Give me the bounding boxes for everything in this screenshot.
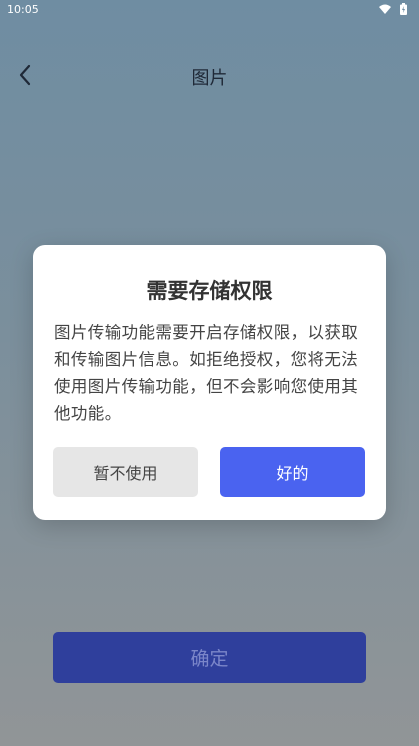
confirm-button[interactable]: 确定 [53,632,366,683]
dialog-message: 图片传输功能需要开启存储权限，以获取和传输图片信息。如拒绝授权，您将无法使用图片… [54,323,359,423]
wifi-icon [379,4,391,14]
status-icons [379,3,407,16]
cancel-button[interactable]: 暂不使用 [53,447,198,497]
status-time: 10:05 [7,3,39,16]
dialog-title: 需要存储权限 [146,279,273,303]
permission-dialog: 需要存储权限 图片传输功能需要开启存储权限，以获取和传输图片信息。如拒绝授权，您… [33,245,386,520]
ok-button[interactable]: 好的 [220,447,365,497]
status-bar: 10:05 [0,0,419,20]
app-bar: 图片 [0,50,419,98]
battery-icon [400,3,407,15]
page-title: 图片 [191,68,228,89]
